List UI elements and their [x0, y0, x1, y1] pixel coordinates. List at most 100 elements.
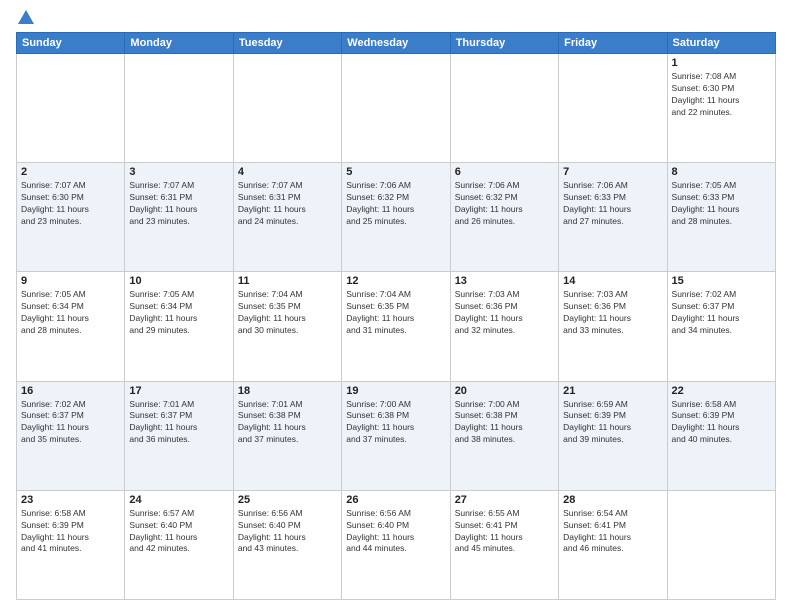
day-info: Sunrise: 7:03 AM Sunset: 6:36 PM Dayligh…	[455, 289, 554, 337]
day-info: Sunrise: 7:07 AM Sunset: 6:31 PM Dayligh…	[129, 180, 228, 228]
calendar-cell: 19Sunrise: 7:00 AM Sunset: 6:38 PM Dayli…	[342, 381, 450, 490]
calendar-cell: 17 Sunrise: 7:01 AM Sunset: 6:37 PM Dayli…	[125, 381, 233, 490]
day-number: 16	[21, 385, 120, 397]
day-number: 24	[129, 494, 228, 506]
day-number: 10	[129, 275, 228, 287]
calendar-cell	[559, 54, 667, 163]
day-number: 12	[346, 275, 445, 287]
day-info: Sunrise: 6:58 AM Sunset: 6:39 PM Dayligh…	[672, 399, 771, 447]
weekday-header-thursday: Thursday	[450, 33, 558, 54]
day-info: Sunrise: 7:00 AM Sunset: 6:38 PM Dayligh…	[455, 399, 554, 447]
calendar-cell: 9 Sunrise: 7:05 AM Sunset: 6:34 PM Daylig…	[17, 272, 125, 381]
day-info: Sunrise: 7:05 AM Sunset: 6:33 PM Dayligh…	[672, 180, 771, 228]
calendar-cell: 15 Sunrise: 7:02 AM Sunset: 6:37 PM Dayli…	[667, 272, 775, 381]
calendar-cell: 24 Sunrise: 6:57 AM Sunset: 6:40 PM Dayli…	[125, 490, 233, 599]
calendar-cell: 18Sunrise: 7:01 AM Sunset: 6:38 PM Dayli…	[233, 381, 341, 490]
calendar-cell: 5 Sunrise: 7:06 AM Sunset: 6:32 PM Daylig…	[342, 163, 450, 272]
calendar-cell: 27 Sunrise: 6:55 AM Sunset: 6:41 PM Dayli…	[450, 490, 558, 599]
day-info: Sunrise: 7:07 AM Sunset: 6:30 PM Dayligh…	[21, 180, 120, 228]
page: SundayMondayTuesdayWednesdayThursdayFrid…	[0, 0, 792, 612]
day-number: 19	[346, 385, 445, 397]
day-info: Sunrise: 7:04 AM Sunset: 6:35 PM Dayligh…	[346, 289, 445, 337]
day-info: Sunrise: 6:58 AM Sunset: 6:39 PM Dayligh…	[21, 508, 120, 556]
day-number: 20	[455, 385, 554, 397]
week-row-4: 16 Sunrise: 7:02 AM Sunset: 6:37 PM Dayli…	[17, 381, 776, 490]
day-number: 28	[563, 494, 662, 506]
day-info: Sunrise: 7:06 AM Sunset: 6:32 PM Dayligh…	[455, 180, 554, 228]
calendar-cell: 14 Sunrise: 7:03 AM Sunset: 6:36 PM Dayli…	[559, 272, 667, 381]
calendar-cell: 26 Sunrise: 6:56 AM Sunset: 6:40 PM Dayli…	[342, 490, 450, 599]
day-info: Sunrise: 6:59 AM Sunset: 6:39 PM Dayligh…	[563, 399, 662, 447]
day-number: 5	[346, 166, 445, 178]
day-number: 2	[21, 166, 120, 178]
day-number: 25	[238, 494, 337, 506]
calendar-cell	[342, 54, 450, 163]
calendar-cell: 7 Sunrise: 7:06 AM Sunset: 6:33 PM Daylig…	[559, 163, 667, 272]
day-number: 23	[21, 494, 120, 506]
weekday-header-saturday: Saturday	[667, 33, 775, 54]
week-row-5: 23 Sunrise: 6:58 AM Sunset: 6:39 PM Dayli…	[17, 490, 776, 599]
day-info: Sunrise: 7:02 AM Sunset: 6:37 PM Dayligh…	[21, 399, 120, 447]
day-number: 7	[563, 166, 662, 178]
calendar-cell: 25 Sunrise: 6:56 AM Sunset: 6:40 PM Dayli…	[233, 490, 341, 599]
day-info: Sunrise: 6:54 AM Sunset: 6:41 PM Dayligh…	[563, 508, 662, 556]
day-number: 17	[129, 385, 228, 397]
logo	[16, 12, 34, 24]
day-info: Sunrise: 7:06 AM Sunset: 6:33 PM Dayligh…	[563, 180, 662, 228]
day-info: Sunrise: 7:02 AM Sunset: 6:37 PM Dayligh…	[672, 289, 771, 337]
day-info: Sunrise: 6:56 AM Sunset: 6:40 PM Dayligh…	[346, 508, 445, 556]
day-info: Sunrise: 7:03 AM Sunset: 6:36 PM Dayligh…	[563, 289, 662, 337]
day-number: 8	[672, 166, 771, 178]
calendar-cell: 1 Sunrise: 7:08 AM Sunset: 6:30 PM Daylig…	[667, 54, 775, 163]
day-number: 27	[455, 494, 554, 506]
calendar-cell: 16 Sunrise: 7:02 AM Sunset: 6:37 PM Dayli…	[17, 381, 125, 490]
day-number: 13	[455, 275, 554, 287]
weekday-header-friday: Friday	[559, 33, 667, 54]
calendar-cell: 13 Sunrise: 7:03 AM Sunset: 6:36 PM Dayli…	[450, 272, 558, 381]
day-number: 1	[672, 57, 771, 69]
calendar-cell: 2 Sunrise: 7:07 AM Sunset: 6:30 PM Daylig…	[17, 163, 125, 272]
calendar-cell	[450, 54, 558, 163]
calendar-cell: 3 Sunrise: 7:07 AM Sunset: 6:31 PM Daylig…	[125, 163, 233, 272]
day-info: Sunrise: 6:57 AM Sunset: 6:40 PM Dayligh…	[129, 508, 228, 556]
day-info: Sunrise: 7:04 AM Sunset: 6:35 PM Dayligh…	[238, 289, 337, 337]
day-info: Sunrise: 7:06 AM Sunset: 6:32 PM Dayligh…	[346, 180, 445, 228]
header	[16, 12, 776, 24]
calendar-cell: 23 Sunrise: 6:58 AM Sunset: 6:39 PM Dayli…	[17, 490, 125, 599]
weekday-header-sunday: Sunday	[17, 33, 125, 54]
day-number: 26	[346, 494, 445, 506]
weekday-header-wednesday: Wednesday	[342, 33, 450, 54]
calendar-cell: 22 Sunrise: 6:58 AM Sunset: 6:39 PM Dayli…	[667, 381, 775, 490]
day-number: 9	[21, 275, 120, 287]
day-info: Sunrise: 6:55 AM Sunset: 6:41 PM Dayligh…	[455, 508, 554, 556]
calendar-cell	[125, 54, 233, 163]
calendar: SundayMondayTuesdayWednesdayThursdayFrid…	[16, 32, 776, 600]
calendar-cell: 10Sunrise: 7:05 AM Sunset: 6:34 PM Dayli…	[125, 272, 233, 381]
calendar-cell	[17, 54, 125, 163]
day-number: 6	[455, 166, 554, 178]
calendar-cell: 8 Sunrise: 7:05 AM Sunset: 6:33 PM Daylig…	[667, 163, 775, 272]
day-number: 21	[563, 385, 662, 397]
week-row-2: 2 Sunrise: 7:07 AM Sunset: 6:30 PM Daylig…	[17, 163, 776, 272]
calendar-cell: 20 Sunrise: 7:00 AM Sunset: 6:38 PM Dayli…	[450, 381, 558, 490]
weekday-header-tuesday: Tuesday	[233, 33, 341, 54]
calendar-cell: 6 Sunrise: 7:06 AM Sunset: 6:32 PM Daylig…	[450, 163, 558, 272]
day-number: 3	[129, 166, 228, 178]
day-info: Sunrise: 7:05 AM Sunset: 6:34 PM Dayligh…	[21, 289, 120, 337]
week-row-1: 1 Sunrise: 7:08 AM Sunset: 6:30 PM Daylig…	[17, 54, 776, 163]
day-info: Sunrise: 7:08 AM Sunset: 6:30 PM Dayligh…	[672, 71, 771, 119]
week-row-3: 9 Sunrise: 7:05 AM Sunset: 6:34 PM Daylig…	[17, 272, 776, 381]
weekday-header-monday: Monday	[125, 33, 233, 54]
calendar-cell: 12 Sunrise: 7:04 AM Sunset: 6:35 PM Dayli…	[342, 272, 450, 381]
day-info: Sunrise: 6:56 AM Sunset: 6:40 PM Dayligh…	[238, 508, 337, 556]
calendar-cell: 11Sunrise: 7:04 AM Sunset: 6:35 PM Dayli…	[233, 272, 341, 381]
day-info: Sunrise: 7:01 AM Sunset: 6:37 PM Dayligh…	[129, 399, 228, 447]
day-info: Sunrise: 7:07 AM Sunset: 6:31 PM Dayligh…	[238, 180, 337, 228]
weekday-header-row: SundayMondayTuesdayWednesdayThursdayFrid…	[17, 33, 776, 54]
day-number: 22	[672, 385, 771, 397]
day-number: 14	[563, 275, 662, 287]
day-info: Sunrise: 7:01 AM Sunset: 6:38 PM Dayligh…	[238, 399, 337, 447]
day-number: 15	[672, 275, 771, 287]
calendar-cell: 28 Sunrise: 6:54 AM Sunset: 6:41 PM Dayli…	[559, 490, 667, 599]
calendar-cell: 21 Sunrise: 6:59 AM Sunset: 6:39 PM Dayli…	[559, 381, 667, 490]
